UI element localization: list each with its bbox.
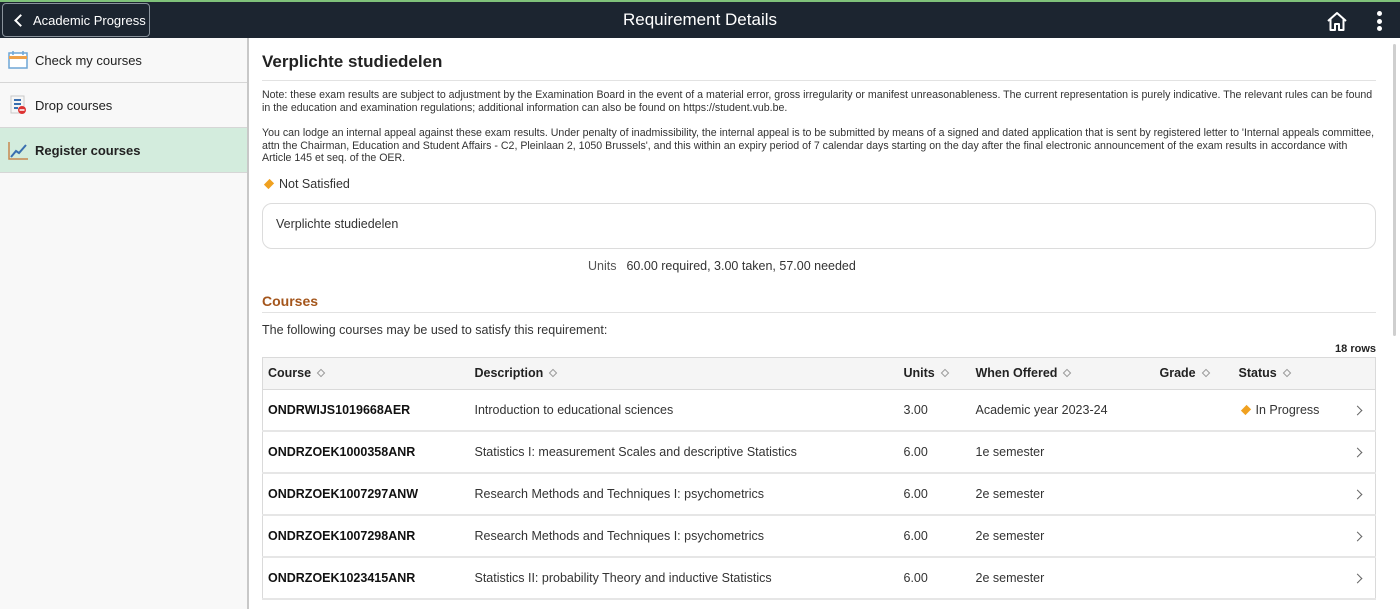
course-units: 6.00 <box>898 431 971 474</box>
more-vertical-icon[interactable] <box>1372 9 1386 33</box>
sort-icon <box>316 368 326 378</box>
appeal-note: You can lodge an internal appeal against… <box>262 127 1375 164</box>
course-when-offered: 2e semester <box>970 557 1155 600</box>
course-when-offered: 1e semester <box>970 431 1155 474</box>
course-grade <box>1154 389 1234 432</box>
table-header: Course Description Units When Offered Gr… <box>262 357 1376 390</box>
column-header-units[interactable]: Units <box>898 357 971 390</box>
course-code: ONDRZOEK1007297ANW <box>262 473 470 516</box>
table-row[interactable]: ONDRZOEK1007298ANR Research Methods and … <box>262 515 1376 558</box>
top-bar: Academic Progress Requirement Details <box>0 0 1400 38</box>
sort-icon <box>940 368 949 378</box>
main-content: Verplichte studiedelen Note: these exam … <box>251 38 1386 609</box>
sort-icon <box>1282 368 1291 378</box>
course-description: Introduction to educational sciences <box>469 389 899 432</box>
course-status <box>1233 557 1348 600</box>
column-header-grade[interactable]: Grade <box>1154 357 1234 390</box>
requirement-title: Verplichte studiedelen <box>262 52 1376 81</box>
row-chevron[interactable] <box>1347 473 1376 516</box>
sidebar-item-register-courses[interactable]: Register courses <box>0 128 247 173</box>
units-value: 60.00 required, 3.00 taken, 57.00 needed <box>626 258 856 273</box>
units-summary: Units 60.00 required, 3.00 taken, 57.00 n… <box>262 259 1386 273</box>
sidebar: Check my courses Drop courses Register c… <box>0 38 249 609</box>
page-title: Requirement Details <box>622 10 777 29</box>
course-description: Statistics II: probability Theory and in… <box>469 557 899 600</box>
column-header-when-offered[interactable]: When Offered <box>970 357 1155 390</box>
warning-diamond-icon <box>263 178 275 189</box>
course-units: 6.00 <box>898 557 971 600</box>
home-icon[interactable] <box>1325 10 1349 32</box>
requirement-status: Not Satisfied <box>262 177 1386 191</box>
course-description: Research Methods and Techniques I: psych… <box>469 515 899 558</box>
course-description: Research Methods and Techniques I: psych… <box>469 473 899 516</box>
sidebar-item-label: Register courses <box>35 142 141 158</box>
sidebar-item-check-my-courses[interactable]: Check my courses <box>0 38 247 83</box>
course-status <box>1233 473 1348 516</box>
course-when-offered: 2e semester <box>970 473 1155 516</box>
course-grade <box>1154 515 1234 558</box>
course-status: In Progress <box>1233 389 1348 432</box>
calendar-icon <box>7 49 29 71</box>
row-chevron[interactable] <box>1347 557 1376 600</box>
back-button-label: Academic Progress <box>33 12 146 28</box>
course-code: ONDRZOEK1007298ANR <box>262 515 470 558</box>
row-chevron[interactable] <box>1347 389 1376 432</box>
chart-line-icon <box>7 139 29 161</box>
course-status <box>1233 515 1348 558</box>
drop-list-icon <box>7 94 29 116</box>
column-header-action <box>1347 357 1376 390</box>
course-code: ONDRWIJS1019668AER <box>262 389 470 432</box>
row-count: 18 rows <box>1335 342 1376 355</box>
courses-heading: Courses <box>262 293 1376 313</box>
courses-intro: The following courses may be used to sat… <box>262 322 608 337</box>
table-row[interactable]: ONDRZOEK1023415ANR Statistics II: probab… <box>262 557 1376 600</box>
sidebar-item-drop-courses[interactable]: Drop courses <box>0 83 247 128</box>
exam-results-note: Note: these exam results are subject to … <box>262 89 1373 114</box>
course-when-offered: Academic year 2023-24 <box>970 389 1155 432</box>
status-text: Not Satisfied <box>279 176 350 191</box>
chevron-left-icon <box>14 13 27 27</box>
chevron-right-icon <box>1352 531 1362 542</box>
course-units: 6.00 <box>898 473 971 516</box>
back-button[interactable]: Academic Progress <box>2 3 150 37</box>
courses-table: Course Description Units When Offered Gr… <box>262 356 1376 600</box>
sort-icon <box>1063 368 1072 378</box>
row-chevron[interactable] <box>1347 431 1376 474</box>
course-code: ONDRZOEK1000358ANR <box>262 431 470 474</box>
course-units: 6.00 <box>898 515 971 558</box>
column-header-status[interactable]: Status <box>1233 357 1348 390</box>
in-progress-diamond-icon <box>1240 404 1251 415</box>
scrollbar[interactable] <box>1393 44 1396 336</box>
course-grade <box>1154 473 1234 516</box>
table-row[interactable]: ONDRWIJS1019668AER Introduction to educa… <box>262 389 1376 432</box>
course-units: 3.00 <box>898 389 971 432</box>
course-grade <box>1154 431 1234 474</box>
column-header-description[interactable]: Description <box>469 357 899 390</box>
chevron-right-icon <box>1352 447 1362 458</box>
course-when-offered: 2e semester <box>970 515 1155 558</box>
sort-icon <box>549 368 558 378</box>
course-status <box>1233 431 1348 474</box>
table-row[interactable]: ONDRZOEK1000358ANR Statistics I: measure… <box>262 431 1376 474</box>
table-row[interactable]: ONDRZOEK1007297ANW Research Methods and … <box>262 473 1376 516</box>
sidebar-item-label: Check my courses <box>35 52 142 68</box>
chevron-right-icon <box>1352 405 1362 416</box>
chevron-right-icon <box>1352 573 1362 584</box>
sidebar-item-label: Drop courses <box>35 97 113 113</box>
requirement-box: Verplichte studiedelen <box>262 202 1376 249</box>
units-label: Units <box>588 258 617 273</box>
sort-icon <box>1201 368 1210 378</box>
course-code: ONDRZOEK1023415ANR <box>262 557 470 600</box>
row-chevron[interactable] <box>1347 515 1376 558</box>
course-description: Statistics I: measurement Scales and des… <box>469 431 899 474</box>
course-grade <box>1154 557 1234 600</box>
column-header-course[interactable]: Course <box>262 357 470 390</box>
chevron-right-icon <box>1352 489 1362 500</box>
